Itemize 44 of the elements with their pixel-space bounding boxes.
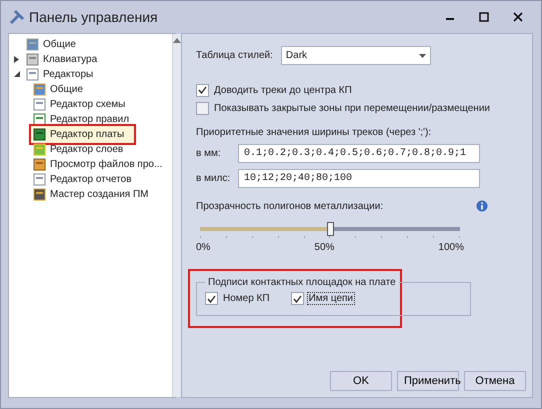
checkbox[interactable] — [205, 292, 218, 305]
scroll-up-icon[interactable] — [173, 38, 182, 43]
window-title: Панель управления — [29, 9, 159, 25]
tree-item[interactable]: Мастер создания ПМ — [31, 186, 159, 203]
tick-label: 100% — [438, 242, 464, 253]
field-label: в мм: — [196, 148, 222, 159]
checkbox[interactable] — [196, 102, 209, 114]
info-icon[interactable] — [476, 200, 488, 212]
maximize-icon[interactable] — [479, 12, 489, 22]
dialog-button[interactable]: Отмена — [464, 371, 526, 391]
tree-item[interactable]: Общие — [31, 81, 93, 98]
input-field[interactable]: 10;12;20;40;80;100 — [238, 169, 480, 188]
section-label: Приоритетные значения ширины треков (через ';'): — [196, 127, 432, 138]
tree-item[interactable]: Редактор отчетов — [31, 171, 142, 188]
tree-item[interactable]: Клавиатура — [24, 51, 108, 68]
expand-icon[interactable] — [14, 56, 20, 63]
tree-item[interactable]: Редактор платы — [31, 126, 134, 143]
field-label: Таблица стилей: — [196, 50, 273, 61]
checkbox[interactable] — [290, 292, 304, 305]
checkbox-label: Доводить треки до центра КП — [214, 84, 352, 96]
tree-item[interactable]: Редактор слоев — [31, 141, 134, 158]
slider-thumb[interactable] — [327, 222, 334, 236]
tree-item[interactable]: Просмотр файлов про... — [31, 156, 172, 173]
checkbox-label: Номер КП — [222, 293, 271, 304]
group-title: Подписи контактных площадок на плате — [207, 277, 397, 288]
slider[interactable] — [197, 222, 463, 236]
checkbox-label: Имя цепи — [308, 293, 354, 304]
caret-icon[interactable] — [418, 54, 426, 58]
collapse-icon[interactable] — [14, 71, 20, 78]
dialog-button[interactable]: Применить — [397, 371, 459, 391]
dialog-button[interactable]: OK — [330, 371, 392, 391]
tick-label: 0% — [196, 242, 210, 253]
slider-label: Прозрачность полигонов металлизации: — [196, 200, 384, 212]
close-icon[interactable] — [513, 12, 523, 22]
style-dropdown[interactable]: Dark — [280, 46, 431, 65]
scrollbar[interactable] — [172, 34, 182, 397]
tree-item[interactable]: Общие — [24, 36, 86, 53]
checkbox-label: Показывать закрытые зоны при перемещении/размещении — [214, 102, 490, 114]
field-label: в милс: — [196, 173, 230, 184]
tree-item[interactable]: Редакторы — [24, 66, 104, 83]
tree-item[interactable]: Редактор схемы — [31, 96, 136, 113]
input-field[interactable]: 0.1;0.2;0.3;0.4;0.5;0.6;0.7;0.8;0.9;1 — [238, 144, 480, 163]
checkbox[interactable] — [196, 84, 209, 96]
tick-label: 50% — [314, 242, 334, 253]
